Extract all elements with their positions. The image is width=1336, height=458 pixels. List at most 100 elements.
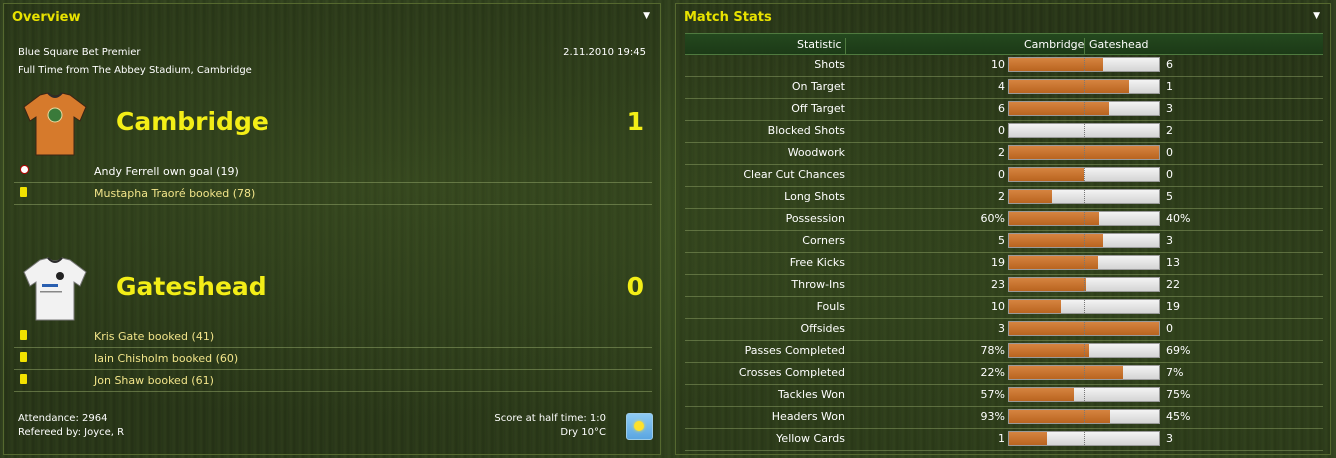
stat-bar-midline [1084,432,1085,445]
stat-home-bar-fill [1009,344,1089,357]
stat-bar-midline [1084,234,1085,247]
stat-away-value: 75% [1166,388,1191,401]
away-event-text[interactable]: Jon Shaw booked (61) [94,374,214,387]
stat-away-value: 1 [1166,80,1173,93]
stat-label: Crosses Completed [738,366,845,379]
stat-comparison-bar [1008,211,1160,226]
stat-away-value: 0 [1166,322,1173,335]
stat-label: Corners [802,234,845,247]
stat-home-value: 0 [998,168,1005,181]
stat-home-value: 2 [998,190,1005,203]
stat-row: Shots 10 6 [685,54,1323,77]
home-event-text[interactable]: Andy Ferrell own goal (19) [94,165,239,178]
stat-home-value: 1 [998,432,1005,445]
col-statistic[interactable]: Statistic [797,38,842,51]
stat-bar-midline [1084,322,1085,335]
stat-comparison-bar [1008,123,1160,138]
overview-title: Overview [12,10,81,25]
stat-label: Possession [785,212,845,225]
stat-label: Passes Completed [744,344,845,357]
stat-row: Clear Cut Chances 0 0 [685,164,1323,187]
stat-bar-midline [1084,300,1085,313]
home-event-text[interactable]: Mustapha Traoré booked (78) [94,187,255,200]
yellow-card-icon [20,374,27,384]
stat-home-bar-fill [1009,80,1129,93]
stat-comparison-bar [1008,57,1160,72]
stat-bar-midline [1084,190,1085,203]
stat-label: Fouls [816,300,845,313]
stat-bar-midline [1084,124,1085,137]
stat-home-bar-fill [1009,278,1086,291]
stat-bar-midline [1084,212,1085,225]
match-stats-menu-arrow-icon[interactable]: ▼ [1313,11,1320,21]
stat-label: Tackles Won [777,388,845,401]
stat-bar-midline [1084,278,1085,291]
stat-row: Long Shots 2 5 [685,186,1323,209]
stat-comparison-bar [1008,299,1160,314]
stat-home-bar-fill [1009,300,1061,313]
stat-home-value: 60% [980,212,1005,225]
stat-comparison-bar [1008,145,1160,160]
home-team-name: Cambridge [116,107,269,136]
stat-label: Clear Cut Chances [743,168,845,181]
away-event-row: Iain Chisholm booked (60) [14,348,652,370]
home-team-score: 1 [626,107,644,136]
stat-away-value: 13 [1166,256,1180,269]
stat-away-value: 3 [1166,102,1173,115]
col-home-team[interactable]: Cambridge [1024,38,1084,51]
stat-home-value: 6 [998,102,1005,115]
stat-home-value: 10 [991,300,1005,313]
home-kit-shirt-icon [23,92,87,156]
overview-menu-arrow-icon[interactable]: ▼ [643,11,650,21]
stat-away-value: 6 [1166,58,1173,71]
stat-label: Headers Won [771,410,845,423]
stat-bar-midline [1084,410,1085,423]
yellow-card-icon [20,187,27,197]
yellow-card-icon [20,330,27,340]
stat-row: Throw-Ins 23 22 [685,274,1323,297]
stat-home-bar-fill [1009,58,1103,71]
stat-home-bar-fill [1009,234,1103,247]
stat-label: Throw-Ins [791,278,845,291]
col-away-team[interactable]: Gateshead [1089,38,1149,51]
stat-row: Off Target 6 3 [685,98,1323,121]
stat-away-value: 45% [1166,410,1191,423]
stat-away-value: 0 [1166,168,1173,181]
stat-bar-midline [1084,168,1085,181]
stat-bar-midline [1084,366,1085,379]
stat-away-value: 5 [1166,190,1173,203]
stat-label: Woodwork [787,146,845,159]
stat-bar-midline [1084,58,1085,71]
away-kit-shirt-icon [23,257,87,321]
stat-comparison-bar [1008,409,1160,424]
stat-home-value: 19 [991,256,1005,269]
stat-away-value: 69% [1166,344,1191,357]
attendance: Attendance: 2964 [18,413,108,424]
competition-name: Blue Square Bet Premier [18,47,141,58]
stat-home-bar-fill [1009,388,1074,401]
stat-home-bar-fill [1009,432,1047,445]
away-event-text[interactable]: Kris Gate booked (41) [94,330,214,343]
home-event-row: Mustapha Traoré booked (78) [14,183,652,205]
stat-away-value: 19 [1166,300,1180,313]
match-datetime: 2.11.2010 19:45 [563,47,646,58]
stat-comparison-bar [1008,343,1160,358]
away-event-text[interactable]: Iain Chisholm booked (60) [94,352,238,365]
stat-bar-midline [1084,80,1085,93]
stat-row: Fouls 10 19 [685,296,1323,319]
stat-row: Blocked Shots 0 2 [685,120,1323,143]
stat-away-value: 0 [1166,146,1173,159]
overview-panel: Overview ▼ Blue Square Bet Premier 2.11.… [3,3,661,455]
stat-home-value: 0 [998,124,1005,137]
stat-home-value: 57% [980,388,1005,401]
stat-comparison-bar [1008,167,1160,182]
stat-label: Shots [814,58,845,71]
home-event-row: Andy Ferrell own goal (19) [14,161,652,183]
stat-home-value: 93% [980,410,1005,423]
away-team-name: Gateshead [116,272,267,301]
match-stats-title: Match Stats [684,10,772,25]
weather-text: Dry 10°C [560,427,606,438]
stat-comparison-bar [1008,321,1160,336]
stat-away-value: 2 [1166,124,1173,137]
stat-row: Tackles Won 57% 75% [685,384,1323,407]
